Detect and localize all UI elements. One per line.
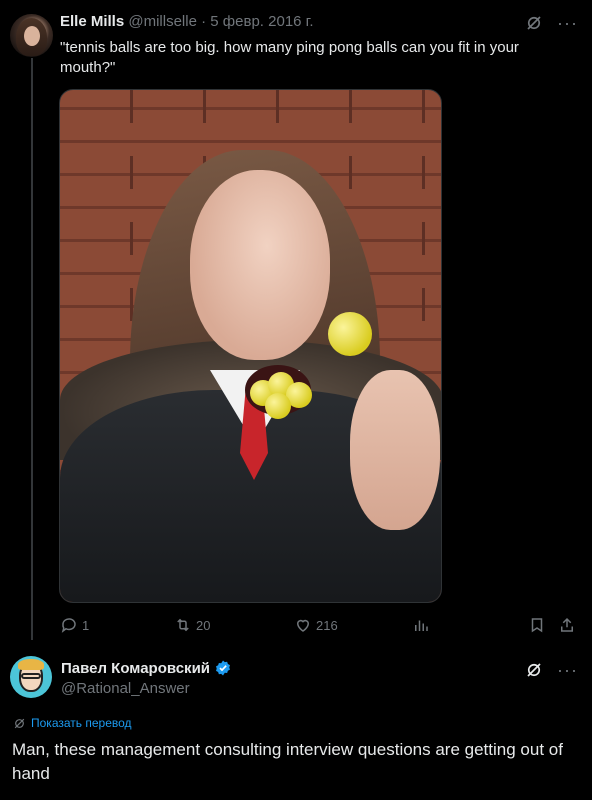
- reply-icon: [61, 618, 76, 633]
- ping-pong-ball-in-hand: [328, 312, 372, 356]
- like-count: 216: [316, 617, 338, 633]
- tweet1-header-icons: ···: [525, 14, 578, 32]
- share-button[interactable]: [558, 616, 576, 634]
- avatar-cartoon-glasses: [21, 673, 41, 679]
- tweet1-text: "tennis balls are too big. how many ping…: [60, 39, 519, 76]
- tweet1-date[interactable]: 5 февр. 2016 г.: [210, 13, 313, 30]
- tweet1-header: Elle Mills @millselle · 5 февр. 2016 г.: [60, 13, 313, 30]
- reply-button[interactable]: 1: [60, 616, 89, 634]
- reply-count: 1: [82, 617, 90, 633]
- more-icon[interactable]: ···: [557, 661, 578, 679]
- bookmark-icon: [531, 618, 543, 633]
- thread-connector-line: [31, 58, 33, 640]
- retweet-count: 20: [196, 617, 211, 633]
- retweet-button[interactable]: 20: [174, 616, 210, 634]
- photo-face: [190, 170, 330, 360]
- bookmark-button[interactable]: [528, 616, 546, 634]
- avatar-cartoon-hair: [18, 659, 44, 670]
- tweet2-header-icons: ···: [525, 661, 578, 679]
- show-translation-link[interactable]: Показать перевод: [13, 716, 132, 730]
- tweet1-action-bar: 1 20 216: [60, 616, 578, 636]
- brick-row: [60, 90, 441, 123]
- tweet2-author: Павел Комаровский: [61, 659, 232, 677]
- avatar-face: [24, 26, 40, 46]
- tweet1-author-name[interactable]: Elle Mills: [60, 13, 124, 30]
- like-icon: [296, 619, 310, 632]
- tweet1-photo[interactable]: [59, 89, 442, 603]
- translate-icon: [14, 718, 25, 728]
- verified-badge-icon: [216, 660, 230, 676]
- tweet2-text: Man, these management consulting intervi…: [12, 740, 563, 783]
- views-icon: [415, 620, 428, 631]
- avatar-pavel-komarovsky[interactable]: [10, 656, 52, 698]
- tweet2-author-name[interactable]: Павел Комаровский: [61, 660, 210, 677]
- tweet1-handle[interactable]: @millselle: [128, 13, 197, 30]
- grok-icon[interactable]: [525, 14, 543, 32]
- ping-pong-ball: [265, 393, 291, 419]
- show-translation-label: Показать перевод: [31, 716, 132, 730]
- avatar-elle-mills[interactable]: [10, 14, 53, 57]
- tweet2-handle[interactable]: @Rational_Answer: [61, 680, 190, 697]
- like-button[interactable]: 216: [294, 616, 338, 634]
- photo-hand: [350, 370, 440, 530]
- views-button[interactable]: [412, 616, 430, 634]
- more-icon[interactable]: ···: [557, 14, 578, 32]
- share-icon: [561, 617, 573, 632]
- tweet1-separator: ·: [196, 13, 211, 30]
- retweet-icon: [177, 618, 189, 632]
- grok-icon[interactable]: [525, 661, 543, 679]
